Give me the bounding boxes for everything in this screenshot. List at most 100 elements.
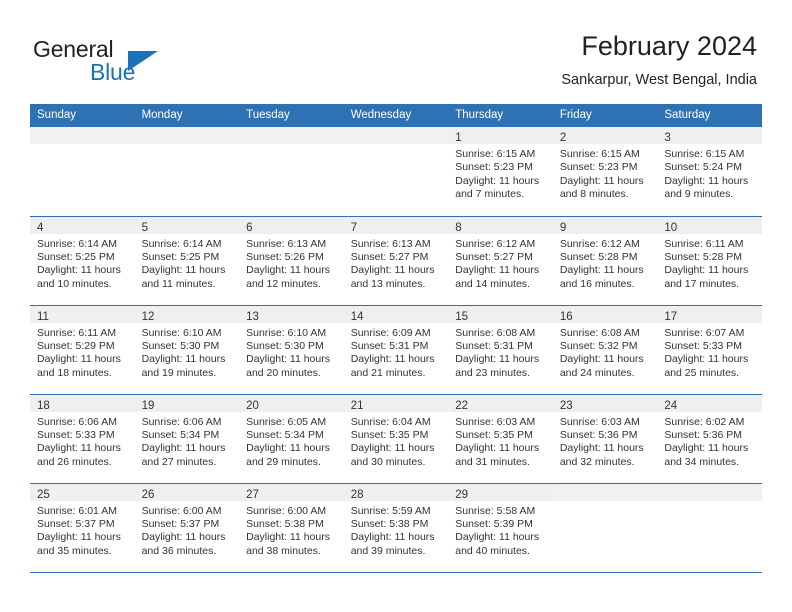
day-number: 8	[455, 221, 462, 234]
day-number: 3	[664, 132, 671, 144]
day-number: 27	[246, 488, 259, 501]
weekday-header-thursday: Thursday	[448, 104, 553, 127]
day-number-band	[343, 127, 449, 144]
day-number-band: 11	[30, 305, 135, 323]
day-cell-body	[239, 144, 344, 148]
day-number: 9	[559, 221, 567, 234]
day-number-band: 2	[552, 127, 658, 144]
sunrise-text: Sunrise: 6:02 AM	[664, 415, 745, 428]
calendar-day-cell[interactable]: 28 Sunrise: 5:59 AM Sunset: 5:38 PM Dayligh…	[343, 483, 449, 573]
day-cell-body: Sunrise: 6:12 AM Sunset: 5:28 PM Daylight:…	[553, 234, 658, 292]
daylight-text-line1: Daylight: 11 hours	[559, 264, 644, 277]
day-cell-body: Sunrise: 6:11 AM Sunset: 5:28 PM Daylight:…	[657, 234, 762, 292]
calendar-day-cell[interactable]: 24 Sunrise: 6:02 AM Sunset: 5:36 PM Dayligh…	[657, 394, 762, 484]
day-number-band: 27	[239, 483, 344, 501]
day-number-band: 20	[239, 394, 344, 412]
day-number-band: 14	[343, 305, 449, 323]
calendar-day-cell[interactable]: 14 Sunrise: 6:09 AM Sunset: 5:31 PM Dayligh…	[343, 305, 449, 395]
sunrise-text: Sunrise: 6:00 AM	[141, 504, 222, 517]
calendar-day-cell[interactable]: 19 Sunrise: 6:06 AM Sunset: 5:34 PM Dayligh…	[134, 394, 240, 484]
calendar-day-cell[interactable]: 23 Sunrise: 6:03 AM Sunset: 5:36 PM Dayligh…	[552, 394, 658, 484]
daylight-text-line1: Daylight: 11 hours	[559, 353, 644, 366]
day-cell-body: Sunrise: 6:07 AM Sunset: 5:33 PM Daylight:…	[657, 323, 762, 381]
day-cell-body: Sunrise: 6:15 AM Sunset: 5:23 PM Daylight:…	[448, 144, 553, 202]
calendar-day-cell[interactable]: 11 Sunrise: 6:11 AM Sunset: 5:29 PM Dayligh…	[30, 305, 135, 395]
calendar-day-cell[interactable]: 21 Sunrise: 6:04 AM Sunset: 5:35 PM Dayligh…	[343, 394, 449, 484]
day-cell-inner: 15 Sunrise: 6:08 AM Sunset: 5:31 PM Dayligh…	[448, 305, 553, 393]
calendar-day-cell[interactable]: 6 Sunrise: 6:13 AM Sunset: 5:26 PM Daylight…	[239, 216, 344, 306]
day-cell-inner: 16 Sunrise: 6:08 AM Sunset: 5:32 PM Dayligh…	[552, 305, 658, 393]
day-number: 13	[246, 310, 259, 323]
day-number: 21	[350, 399, 364, 412]
daylight-text-line2: and 26 minutes.	[37, 455, 112, 468]
calendar-day-cell[interactable]: 26 Sunrise: 6:00 AM Sunset: 5:37 PM Dayligh…	[134, 483, 240, 573]
general-blue-logo[interactable]: General Blue	[33, 36, 233, 88]
daylight-text-line2: and 17 minutes.	[664, 277, 740, 290]
calendar-day-cell[interactable]: 3 Sunrise: 6:15 AM Sunset: 5:24 PM Daylight…	[657, 127, 762, 217]
calendar-day-cell[interactable]: 10 Sunrise: 6:11 AM Sunset: 5:28 PM Dayligh…	[657, 216, 762, 306]
sunrise-text: Sunrise: 6:14 AM	[37, 237, 117, 250]
daylight-text-line2: and 36 minutes.	[141, 544, 217, 557]
calendar-day-cell[interactable]: 13 Sunrise: 6:10 AM Sunset: 5:30 PM Dayligh…	[239, 305, 344, 395]
day-number: 22	[455, 399, 469, 412]
day-number: 15	[455, 310, 469, 323]
daylight-text-line1: Daylight: 11 hours	[350, 531, 435, 544]
day-number-band: 6	[239, 216, 344, 234]
daylight-text-line1: Daylight: 11 hours	[455, 531, 540, 544]
day-cell-body: Sunrise: 5:58 AM Sunset: 5:39 PM Daylight:…	[448, 501, 553, 559]
day-number-band	[30, 127, 135, 144]
calendar-day-cell[interactable]: 17 Sunrise: 6:07 AM Sunset: 5:33 PM Dayligh…	[657, 305, 762, 395]
calendar-day-cell[interactable]: 18 Sunrise: 6:06 AM Sunset: 5:33 PM Dayligh…	[30, 394, 135, 484]
sunset-text: Sunset: 5:37 PM	[37, 517, 115, 530]
day-cell-inner: 17 Sunrise: 6:07 AM Sunset: 5:33 PM Dayligh…	[657, 305, 762, 393]
calendar-day-cell[interactable]: 15 Sunrise: 6:08 AM Sunset: 5:31 PM Dayligh…	[448, 305, 553, 395]
day-number: 16	[559, 310, 573, 323]
calendar-day-cell[interactable]: 16 Sunrise: 6:08 AM Sunset: 5:32 PM Dayligh…	[552, 305, 658, 395]
calendar-week-row: 25 Sunrise: 6:01 AM Sunset: 5:37 PM Dayligh…	[30, 483, 762, 573]
calendar-day-cell[interactable]: 4 Sunrise: 6:14 AM Sunset: 5:25 PM Daylight…	[30, 216, 135, 306]
calendar-day-cell[interactable]: 1 Sunrise: 6:15 AM Sunset: 5:23 PM Daylight…	[448, 127, 553, 217]
day-number-band: 8	[448, 216, 553, 234]
calendar-day-cell[interactable]: 20 Sunrise: 6:05 AM Sunset: 5:34 PM Dayligh…	[239, 394, 344, 484]
day-cell-inner: 12 Sunrise: 6:10 AM Sunset: 5:30 PM Dayligh…	[134, 305, 240, 393]
day-cell-inner	[239, 127, 344, 214]
calendar-day-cell[interactable]: 9 Sunrise: 6:12 AM Sunset: 5:28 PM Daylight…	[552, 216, 658, 306]
calendar-day-cell[interactable]: 12 Sunrise: 6:10 AM Sunset: 5:30 PM Dayligh…	[134, 305, 240, 395]
day-cell-body: Sunrise: 6:06 AM Sunset: 5:34 PM Daylight:…	[135, 412, 240, 470]
day-cell-inner: 4 Sunrise: 6:14 AM Sunset: 5:25 PM Daylight…	[30, 216, 135, 304]
day-cell-body	[657, 501, 762, 505]
day-number-band: 4	[30, 216, 135, 234]
calendar-day-cell[interactable]: 29 Sunrise: 5:58 AM Sunset: 5:39 PM Dayligh…	[448, 483, 553, 573]
sunset-text: Sunset: 5:31 PM	[455, 339, 533, 352]
calendar-day-cell[interactable]: 22 Sunrise: 6:03 AM Sunset: 5:35 PM Dayligh…	[448, 394, 553, 484]
daylight-text-line2: and 19 minutes.	[141, 366, 217, 379]
daylight-text-line1: Daylight: 11 hours	[37, 531, 121, 544]
sunset-text: Sunset: 5:28 PM	[664, 250, 743, 263]
daylight-text-line2: and 11 minutes.	[141, 277, 216, 290]
sunrise-text: Sunrise: 6:15 AM	[559, 148, 640, 160]
day-cell-body: Sunrise: 6:11 AM Sunset: 5:29 PM Daylight:…	[30, 323, 135, 381]
sunset-text: Sunset: 5:32 PM	[559, 339, 638, 352]
calendar-day-cell[interactable]: 25 Sunrise: 6:01 AM Sunset: 5:37 PM Dayligh…	[30, 483, 135, 573]
sunrise-text: Sunrise: 6:13 AM	[350, 237, 431, 250]
day-cell-body: Sunrise: 6:00 AM Sunset: 5:38 PM Daylight:…	[239, 501, 344, 559]
calendar-day-cell[interactable]: 7 Sunrise: 6:13 AM Sunset: 5:27 PM Daylight…	[343, 216, 449, 306]
daylight-text-line1: Daylight: 11 hours	[37, 442, 121, 455]
daylight-text-line2: and 31 minutes.	[455, 455, 530, 468]
weekday-header-wednesday: Wednesday	[343, 104, 449, 127]
daylight-text-line1: Daylight: 11 hours	[455, 264, 540, 277]
calendar-day-cell[interactable]: 27 Sunrise: 6:00 AM Sunset: 5:38 PM Dayligh…	[239, 483, 344, 573]
daylight-text-line2: and 35 minutes.	[37, 544, 112, 557]
calendar-body: 1 Sunrise: 6:15 AM Sunset: 5:23 PM Daylight…	[30, 127, 762, 573]
daylight-text-line1: Daylight: 11 hours	[559, 442, 644, 455]
sunset-text: Sunset: 5:23 PM	[455, 161, 533, 174]
calendar-week-row: 11 Sunrise: 6:11 AM Sunset: 5:29 PM Dayligh…	[30, 305, 762, 395]
day-number-band	[239, 127, 344, 144]
sunrise-text: Sunrise: 5:59 AM	[350, 504, 431, 517]
daylight-text-line1: Daylight: 11 hours	[664, 174, 749, 187]
day-number-band: 5	[134, 216, 240, 234]
calendar-day-cell[interactable]: 5 Sunrise: 6:14 AM Sunset: 5:25 PM Daylight…	[134, 216, 240, 306]
calendar-day-cell[interactable]: 2 Sunrise: 6:15 AM Sunset: 5:23 PM Daylight…	[552, 127, 658, 217]
sunset-text: Sunset: 5:34 PM	[141, 428, 220, 441]
calendar-day-cell[interactable]: 8 Sunrise: 6:12 AM Sunset: 5:27 PM Daylight…	[448, 216, 553, 306]
